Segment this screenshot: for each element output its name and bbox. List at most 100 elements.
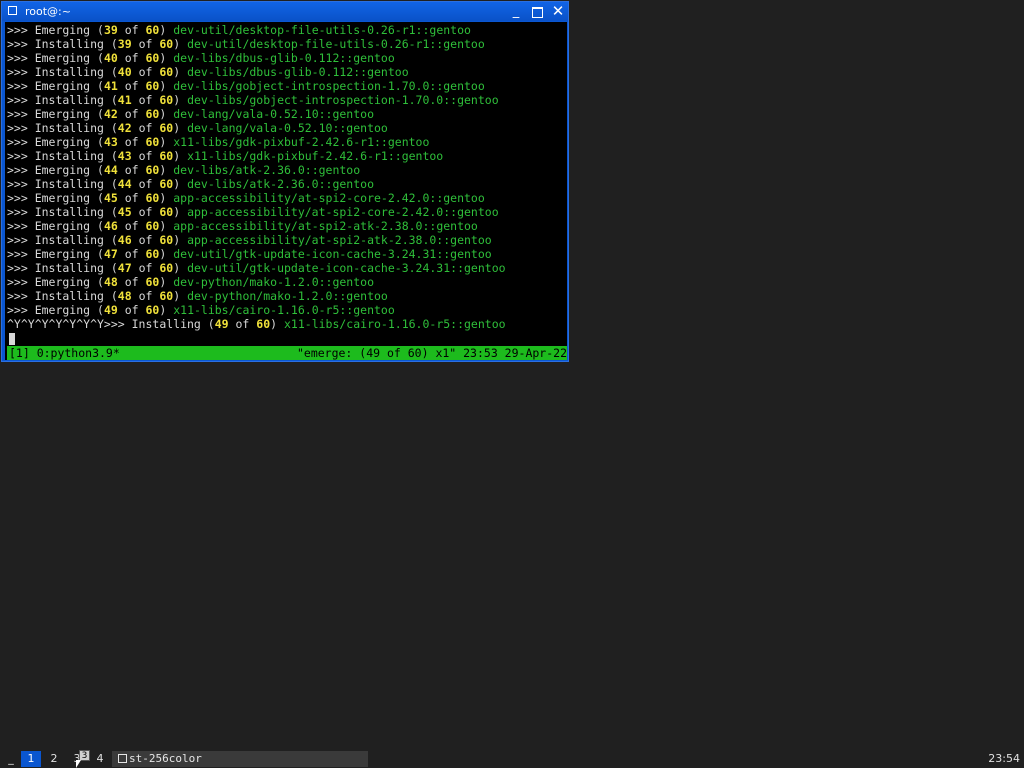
line-total: 60 [145, 135, 160, 149]
line-total: 60 [145, 51, 160, 65]
line-prefix: >>> Emerging ( [7, 303, 104, 317]
terminal-line: >>> Emerging (40 of 60) dev-libs/dbus-gl… [7, 51, 506, 65]
line-prefix: >>> Installing ( [7, 37, 118, 51]
window-title: root@:~ [25, 5, 71, 18]
terminal-line: >>> Installing (44 of 60) dev-libs/atk-2… [7, 177, 506, 191]
terminal-line: ^Y^Y^Y^Y^Y^Y^Y>>> Installing (49 of 60) … [7, 317, 506, 331]
line-total: 60 [145, 247, 160, 261]
line-n: 42 [117, 121, 132, 135]
line-of: of [131, 37, 160, 51]
line-prefix: >>> Installing ( [7, 149, 118, 163]
line-of: of [117, 163, 146, 177]
minimize-button[interactable]: _ [508, 4, 524, 19]
line-of: of [131, 233, 160, 247]
line-total: 60 [145, 79, 160, 93]
line-prefix: >>> Emerging ( [7, 191, 104, 205]
line-pkg: dev-lang/vala-0.52.10::gentoo [187, 121, 388, 135]
line-total: 60 [159, 289, 174, 303]
line-of: of [117, 135, 146, 149]
line-n: 46 [103, 219, 118, 233]
terminal-line: >>> Installing (42 of 60) dev-lang/vala-… [7, 121, 506, 135]
line-total: 60 [256, 317, 271, 331]
line-prefix: >>> Installing ( [7, 121, 118, 135]
line-pkg: dev-libs/dbus-glib-0.112::gentoo [187, 65, 409, 79]
line-of: of [117, 79, 146, 93]
workspace-1[interactable]: 1 [21, 751, 41, 767]
window-menu-icon[interactable] [8, 6, 17, 15]
line-total: 60 [159, 37, 174, 51]
line-prefix: >>> Emerging ( [7, 219, 104, 233]
line-total: 60 [159, 261, 174, 275]
taskbar: _ 1 2 3 3 4 st-256color 23:54 [0, 750, 1024, 768]
line-pkg: dev-libs/atk-2.36.0::gentoo [187, 177, 374, 191]
line-pkg: dev-lang/vala-0.52.10::gentoo [173, 107, 375, 121]
line-prefix: ^Y^Y^Y^Y^Y^Y^Y>>> Installing ( [7, 317, 215, 331]
terminal-line: >>> Installing (45 of 60) app-accessibil… [7, 205, 506, 219]
line-of: of [131, 149, 160, 163]
line-total: 60 [145, 219, 160, 233]
line-pkg: dev-libs/gobject-introspection-1.70.0::g… [187, 93, 499, 107]
terminal-line: >>> Emerging (48 of 60) dev-python/mako-… [7, 275, 506, 289]
workspace-4[interactable]: 4 [90, 751, 110, 767]
close-button[interactable]: ✕ [550, 4, 566, 19]
line-prefix: >>> Emerging ( [7, 107, 104, 121]
line-of: of [117, 51, 146, 65]
line-total: 60 [159, 93, 174, 107]
line-prefix: >>> Installing ( [7, 205, 118, 219]
line-close: ) [173, 149, 188, 163]
line-close: ) [173, 233, 188, 247]
line-pkg: dev-util/gtk-update-icon-cache-3.24.31::… [187, 261, 506, 275]
line-n: 40 [103, 51, 118, 65]
terminal-line: >>> Installing (46 of 60) app-accessibil… [7, 233, 506, 247]
line-n: 49 [214, 317, 229, 331]
terminal-area[interactable]: >>> Emerging ( 39 of 60) dev-util/desktop… [5, 22, 567, 360]
line-close: ) [159, 135, 174, 149]
line-n: 44 [103, 163, 118, 177]
line-n: 45 [117, 205, 132, 219]
line-prefix: >>> Installing ( [7, 233, 118, 247]
line-total: 60 [159, 65, 174, 79]
line-prefix: >>> Emerging ( [7, 135, 104, 149]
line-total: 60 [159, 177, 174, 191]
line-of: of [117, 219, 146, 233]
line-pkg: app-accessibility/at-spi2-core-2.42.0::g… [187, 205, 499, 219]
line-of: of [117, 247, 146, 261]
clock: 23:54 [988, 752, 1020, 765]
line-total: 60 [145, 191, 160, 205]
terminal-line: >>> Emerging (43 of 60) x11-libs/gdk-pix… [7, 135, 506, 149]
line-close: ) [159, 79, 174, 93]
terminal-line: >>> Emerging (39 of 60) dev-util/desktop… [7, 23, 506, 37]
line-close: ) [173, 37, 188, 51]
line-pkg: dev-libs/atk-2.36.0::gentoo [173, 163, 361, 177]
terminal-line: >>> Emerging (44 of 60) dev-libs/atk-2.3… [7, 163, 506, 177]
line-prefix: >>> Emerging ( [7, 275, 104, 289]
line-pkg: dev-util/desktop-file-utils-0.26-r1::gen… [173, 23, 471, 37]
maximize-button[interactable] [529, 4, 545, 19]
task-st-256color[interactable]: st-256color [112, 751, 368, 767]
line-close: ) [270, 317, 284, 331]
taskbar-menu[interactable]: _ [4, 751, 18, 767]
line-pkg: app-accessibility/at-spi2-atk-2.38.0::ge… [173, 219, 478, 233]
workspace-2[interactable]: 2 [44, 751, 64, 767]
line-pkg: dev-util/desktop-file-utils-0.26-r1::gen… [187, 37, 485, 51]
line-n: 39 [103, 23, 118, 37]
line-n: 45 [103, 191, 118, 205]
line-prefix: >>> Emerging ( [7, 51, 104, 65]
maximize-icon [531, 7, 543, 18]
line-of: of [131, 65, 160, 79]
terminal-window[interactable]: root@:~ _ ✕ >>> Emerging ( 39 of 60) dev-… [1, 1, 569, 362]
terminal-line: >>> Emerging (46 of 60) app-accessibilit… [7, 219, 506, 233]
window-titlebar[interactable]: root@:~ _ ✕ [2, 2, 568, 21]
line-prefix: >>> Emerging ( [7, 163, 104, 177]
line-close: ) [159, 107, 174, 121]
line-close: ) [173, 177, 188, 191]
terminal-line: >>> Installing (41 of 60) dev-libs/gobje… [7, 93, 506, 107]
line-n: 46 [117, 233, 132, 247]
status-right: "emerge: (49 of 60) x1" 23:53 29-Apr-22 [296, 346, 567, 360]
line-pkg: x11-libs/gdk-pixbuf-2.42.6-r1::gentoo [173, 135, 430, 149]
line-of: of [117, 23, 146, 37]
line-n: 47 [103, 247, 118, 261]
line-n: 44 [117, 177, 132, 191]
line-close: ) [173, 93, 188, 107]
mouse-pointer-icon [76, 760, 81, 768]
